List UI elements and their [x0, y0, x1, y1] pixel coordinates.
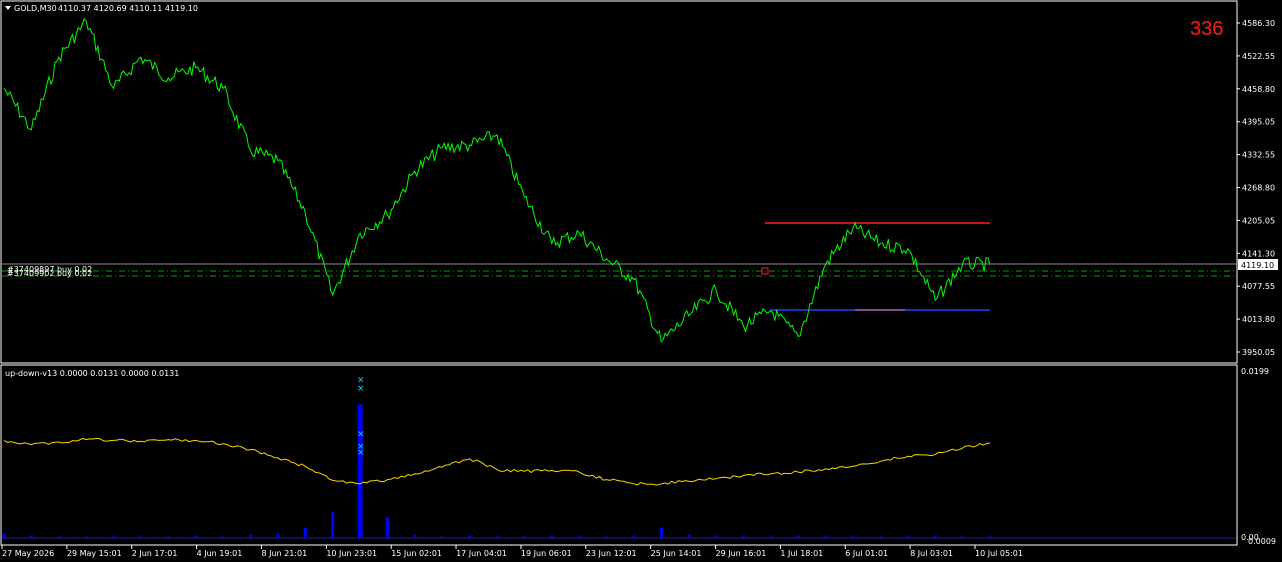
histogram-bar — [57, 536, 61, 538]
histogram-bar — [933, 536, 937, 538]
histogram-bar — [413, 534, 417, 538]
histogram-bar — [988, 536, 992, 538]
time-tick-label: 10 Jul 05:01 — [975, 549, 1023, 558]
histogram-bar — [468, 535, 472, 538]
time-tick-label: 1 Jul 18:01 — [780, 549, 823, 558]
histogram-bar — [276, 533, 280, 538]
time-tick-label: 8 Jul 03:01 — [910, 549, 953, 558]
histogram-bar — [385, 517, 389, 538]
signal-marker-icon: × — [357, 430, 365, 440]
price-tick-label: 4077.55 — [1242, 282, 1275, 291]
order-label-2: #37409902 buy 0.02 — [7, 269, 92, 278]
counter-display: 336 — [1190, 18, 1223, 40]
price-tick-label: 4332.55 — [1242, 151, 1275, 160]
time-tick-label: 29 Jun 16:01 — [716, 549, 767, 558]
histogram-bar — [577, 536, 581, 538]
time-tick-label: 10 Jun 23:01 — [326, 549, 377, 558]
time-tick-label: 2 Jun 17:01 — [132, 549, 178, 558]
price-tick-label: 3950.05 — [1242, 348, 1275, 357]
histogram-bar — [659, 528, 663, 538]
histogram-bar — [796, 535, 800, 538]
price-tick-label: 4141.30 — [1242, 249, 1275, 258]
histogram-bar — [632, 535, 636, 538]
price-tick-label: 4586.30 — [1242, 19, 1275, 28]
histogram-bar — [550, 535, 554, 538]
histogram-bar — [303, 528, 307, 538]
time-tick-label: 25 Jun 14:01 — [651, 549, 702, 558]
histogram-bar — [166, 536, 170, 538]
histogram-bar — [29, 535, 33, 538]
histogram-bar — [84, 536, 88, 538]
time-tick-label: 29 May 15:01 — [67, 549, 122, 558]
indicator-title: up-down-v13 0.0000 0.0131 0.0000 0.0131 — [5, 369, 179, 378]
main-chart-frame — [0, 0, 1238, 364]
histogram-bar — [824, 536, 828, 538]
histogram-bar — [495, 536, 499, 538]
trading-chart-window[interactable]: GOLD,M30 4110.37 4120.69 4110.11 4119.10… — [0, 0, 1282, 562]
signal-marker-icon: × — [357, 384, 365, 394]
chart-menu-triangle-icon[interactable] — [5, 6, 11, 10]
price-axis: 4586.30 4522.55 4458.80 4395.05 4332.55 4268.… — [1237, 19, 1275, 357]
histogram-bar — [2, 533, 6, 538]
chart-symbol-title: GOLD,M30 — [14, 4, 57, 13]
time-tick-label: 19 Jun 06:01 — [521, 549, 572, 558]
histogram-bar — [742, 536, 745, 538]
indicator-bottom-tick-2: 0.0009 — [1248, 537, 1276, 546]
histogram-bar — [961, 536, 965, 538]
histogram-bar — [357, 404, 363, 538]
time-axis: 27 May 2026 29 May 15:01 2 Jun 17:01 4 Jun … — [1, 545, 1023, 558]
price-tick-label: 4458.80 — [1242, 85, 1275, 94]
chart-ohlc-values: 4110.37 4120.69 4110.11 4119.10 — [58, 4, 198, 13]
histogram-bar — [139, 536, 143, 538]
time-tick-label: 23 Jun 12:01 — [586, 549, 637, 558]
histogram-bar — [194, 535, 198, 538]
histogram-bar — [221, 536, 225, 538]
histogram-bar — [440, 536, 444, 538]
time-tick-label: 17 Jun 04:01 — [456, 549, 507, 558]
time-tick-label: 27 May 2026 — [2, 549, 54, 558]
histogram-bar — [331, 512, 335, 538]
signal-marker-icon: × — [357, 448, 365, 458]
price-tick-label: 4013.80 — [1242, 315, 1275, 324]
histogram-bar — [112, 536, 116, 538]
histogram-bar — [714, 535, 718, 538]
histogram-bar — [687, 534, 691, 538]
histogram-bar — [769, 536, 773, 538]
histogram-bar — [906, 536, 910, 538]
time-tick-label: 8 Jun 21:01 — [261, 549, 307, 558]
current-price-label: 4119.10 — [1241, 261, 1274, 270]
histogram-series — [2, 404, 992, 538]
histogram-bar — [878, 536, 882, 538]
price-tick-label: 4268.80 — [1242, 184, 1275, 193]
time-tick-label: 15 Jun 02:01 — [391, 549, 442, 558]
indicator-line-series — [3, 437, 991, 486]
time-tick-label: 6 Jul 01:01 — [845, 549, 888, 558]
time-tick-label: 4 Jun 19:01 — [197, 549, 243, 558]
indicator-frame — [0, 364, 1238, 546]
histogram-bar — [851, 536, 855, 538]
histogram-bar — [249, 534, 252, 538]
price-tick-label: 4522.55 — [1242, 52, 1275, 61]
price-line-series — [3, 17, 991, 343]
histogram-bar — [522, 536, 526, 538]
price-tick-label: 4205.05 — [1242, 216, 1275, 225]
histogram-bar — [605, 536, 609, 538]
indicator-top-tick: 0.0199 — [1241, 367, 1269, 376]
price-tick-label: 4395.05 — [1242, 118, 1275, 127]
